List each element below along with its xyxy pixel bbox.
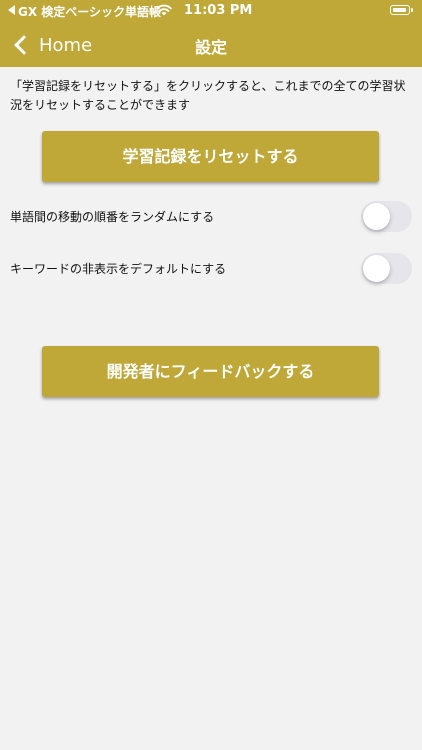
battery-level xyxy=(392,7,406,12)
feedback-button[interactable]: 開発者にフィードバックする xyxy=(42,346,379,397)
wifi-icon xyxy=(156,4,172,16)
navigation-bar: Home 設定 xyxy=(0,24,422,67)
hide-keyword-toggle[interactable] xyxy=(361,253,412,284)
toggle-knob xyxy=(363,255,390,282)
header: GX 検定ベーシック単語帳 11:03 PM Home 設定 xyxy=(0,0,422,67)
reset-learning-record-button[interactable]: 学習記録をリセットする xyxy=(42,131,379,182)
reset-description: 「学習記録をリセットする」をクリックすると、これまでの全ての学習状況をリセットす… xyxy=(10,79,406,112)
setting-row-hide-keyword: キーワードの非表示をデフォルトにする xyxy=(10,253,412,284)
status-app-name[interactable]: GX 検定ベーシック単語帳 xyxy=(18,3,161,20)
random-order-toggle[interactable] xyxy=(361,201,412,232)
setting-label-random-order: 単語間の移動の順番をランダムにする xyxy=(10,210,215,224)
status-bar: GX 検定ベーシック単語帳 11:03 PM xyxy=(0,0,422,24)
back-to-app-icon[interactable] xyxy=(8,5,15,15)
status-time: 11:03 PM xyxy=(184,3,253,18)
setting-label-hide-keyword: キーワードの非表示をデフォルトにする xyxy=(10,262,227,276)
toggle-knob xyxy=(363,203,390,230)
setting-row-random-order: 単語間の移動の順番をランダムにする xyxy=(10,201,412,232)
battery-icon xyxy=(390,5,413,15)
page-title: 設定 xyxy=(194,38,227,57)
